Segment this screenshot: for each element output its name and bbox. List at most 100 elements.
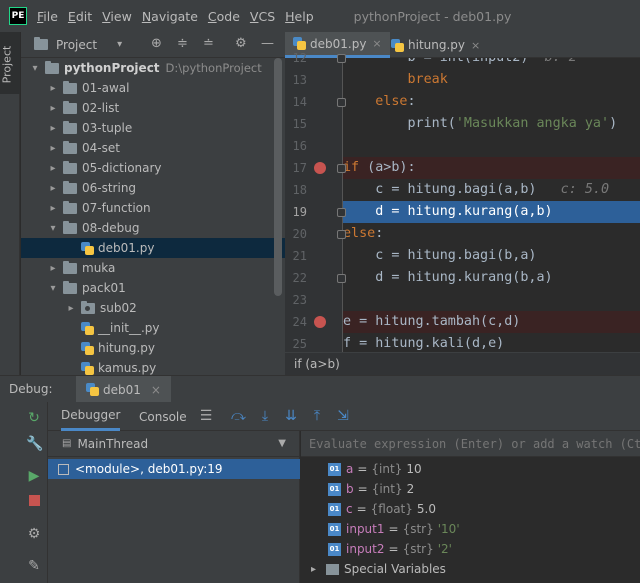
- settings-icon[interactable]: ⚙: [26, 526, 42, 542]
- variable-row[interactable]: 01 c = {float} 5.0: [301, 499, 640, 519]
- tree-item[interactable]: ▸ muka: [21, 258, 285, 278]
- view-dropdown-icon[interactable]: ▾: [117, 39, 122, 50]
- code-line[interactable]: if (a>b):: [343, 157, 640, 179]
- code-line[interactable]: b = int(input2) b: 2: [343, 58, 640, 69]
- tree-item[interactable]: hitung.py: [21, 338, 285, 358]
- code-line[interactable]: break: [343, 69, 640, 91]
- code-line[interactable]: f = hitung.kali(d,e): [343, 333, 640, 352]
- menu-file[interactable]: File: [37, 9, 58, 24]
- tree-item[interactable]: ▾ pythonProject D:\pythonProject: [21, 58, 285, 78]
- collapse-all-icon[interactable]: ≐: [203, 36, 214, 51]
- force-step-into-icon[interactable]: ⇊: [284, 408, 298, 424]
- close-icon[interactable]: ×: [471, 39, 480, 52]
- variable-row[interactable]: 01 b = {int} 2: [301, 479, 640, 499]
- menu-help[interactable]: Help: [285, 9, 314, 24]
- editor-tab-hitung[interactable]: hitung.py ×: [383, 32, 488, 58]
- tab-debugger[interactable]: Debugger: [61, 402, 121, 431]
- tree-item[interactable]: ▸ 05-dictionary: [21, 158, 285, 178]
- code-line[interactable]: [343, 289, 640, 311]
- tree-item[interactable]: ▸ 06-string: [21, 178, 285, 198]
- code-line[interactable]: e = hitung.tambah(c,d): [343, 311, 640, 333]
- tree-scrollbar[interactable]: [274, 58, 282, 296]
- resume-icon[interactable]: ▶: [26, 468, 42, 484]
- code-line[interactable]: d = hitung.kurang(b,a): [343, 267, 640, 289]
- variable-icon: 01: [328, 502, 341, 516]
- tree-item[interactable]: deb01.py: [21, 238, 285, 258]
- thread-select[interactable]: ▤ MainThread ▼: [48, 431, 300, 457]
- chevron-right-icon[interactable]: ▸: [47, 183, 59, 194]
- tree-item-label: 02-list: [82, 101, 120, 115]
- python-file-icon: [81, 341, 94, 355]
- chevron-right-icon[interactable]: ▸: [47, 163, 59, 174]
- debug-run-tab[interactable]: deb01 ×: [76, 376, 171, 403]
- tree-item[interactable]: ▸ 01-awal: [21, 78, 285, 98]
- frame-row[interactable]: <module>, deb01.py:19: [48, 459, 300, 479]
- code-line[interactable]: [343, 135, 640, 157]
- breakpoint-icon[interactable]: [314, 316, 326, 328]
- stop-icon[interactable]: [26, 494, 42, 510]
- tree-item[interactable]: __init__.py: [21, 318, 285, 338]
- code-line[interactable]: d = hitung.kurang(a,b): [343, 201, 640, 223]
- chevron-right-icon[interactable]: ▸: [47, 263, 59, 274]
- chevron-right-icon[interactable]: ▸: [47, 83, 59, 94]
- variable-row[interactable]: 01 a = {int} 10: [301, 459, 640, 479]
- tab-console[interactable]: Console: [139, 402, 187, 431]
- crosshair-icon[interactable]: ⊕: [151, 36, 162, 51]
- chevron-down-icon[interactable]: ▾: [29, 63, 41, 74]
- step-out-icon[interactable]: ⤒: [310, 408, 324, 424]
- fold-marker-icon[interactable]: [337, 274, 346, 283]
- project-panel-title[interactable]: Project: [56, 38, 97, 52]
- tree-item[interactable]: ▸ 02-list: [21, 98, 285, 118]
- breakpoint-icon[interactable]: [314, 162, 326, 174]
- chevron-right-icon[interactable]: ▸: [47, 123, 59, 134]
- fold-marker-icon[interactable]: [337, 230, 346, 239]
- variable-row[interactable]: 01 input2 = {str} '2': [301, 539, 640, 559]
- rerun-icon[interactable]: ↻: [26, 410, 42, 426]
- code-line[interactable]: else:: [343, 223, 640, 245]
- chevron-down-icon[interactable]: ▾: [47, 283, 59, 294]
- project-tool-tab[interactable]: Project: [0, 32, 20, 94]
- evaluate-expression-input[interactable]: [301, 431, 640, 457]
- code-editor[interactable]: b = int(input2) b: 2 break else: print('…: [343, 58, 640, 352]
- menu-navigate[interactable]: Navigate: [142, 9, 198, 24]
- pin-icon[interactable]: ✎: [26, 558, 42, 574]
- tree-item[interactable]: ▸ 04-set: [21, 138, 285, 158]
- variable-row[interactable]: 01 input1 = {str} '10': [301, 519, 640, 539]
- menu-icon[interactable]: ☰: [199, 408, 213, 424]
- tree-item[interactable]: kamus.py: [21, 358, 285, 375]
- special-variables-row[interactable]: ▸ Special Variables: [301, 559, 640, 579]
- tree-item[interactable]: ▸ sub02: [21, 298, 285, 318]
- code-line[interactable]: print('Masukkan angka ya'): [343, 113, 640, 135]
- tree-item[interactable]: ▸ 07-function: [21, 198, 285, 218]
- menu-vcs[interactable]: VCS: [250, 9, 275, 24]
- code-line[interactable]: c = hitung.bagi(a,b) c: 5.0: [343, 179, 640, 201]
- step-into-icon[interactable]: ⤓: [258, 408, 272, 424]
- tree-item[interactable]: ▸ 03-tuple: [21, 118, 285, 138]
- close-icon[interactable]: ×: [151, 383, 161, 397]
- chevron-down-icon[interactable]: ▾: [47, 223, 59, 234]
- fold-marker-icon[interactable]: [337, 208, 346, 217]
- chevron-right-icon[interactable]: ▸: [65, 303, 77, 314]
- wrench-icon[interactable]: 🔧: [26, 436, 43, 452]
- expand-all-icon[interactable]: ≑: [177, 36, 188, 51]
- chevron-right-icon[interactable]: ▸: [47, 103, 59, 114]
- menu-edit[interactable]: Edit: [68, 9, 92, 24]
- menu-code[interactable]: Code: [208, 9, 240, 24]
- close-icon[interactable]: ×: [372, 37, 381, 50]
- fold-marker-icon[interactable]: [337, 164, 346, 173]
- run-to-cursor-icon[interactable]: ⇲: [336, 408, 350, 424]
- minimize-icon[interactable]: —: [261, 36, 274, 51]
- code-line[interactable]: c = hitung.bagi(b,a): [343, 245, 640, 267]
- breadcrumb[interactable]: if (a>b): [285, 352, 640, 375]
- menu-view[interactable]: View: [102, 9, 132, 24]
- step-over-icon[interactable]: ⤼: [231, 408, 246, 424]
- tree-item[interactable]: ▾ 08-debug: [21, 218, 285, 238]
- code-line[interactable]: else:: [343, 91, 640, 113]
- fold-marker-icon[interactable]: [337, 54, 346, 63]
- gear-icon[interactable]: ⚙: [235, 36, 247, 51]
- fold-marker-icon[interactable]: [337, 98, 346, 107]
- chevron-right-icon[interactable]: ▸: [47, 203, 59, 214]
- tree-item-path: D:\pythonProject: [165, 61, 262, 75]
- chevron-right-icon[interactable]: ▸: [47, 143, 59, 154]
- tree-item[interactable]: ▾ pack01: [21, 278, 285, 298]
